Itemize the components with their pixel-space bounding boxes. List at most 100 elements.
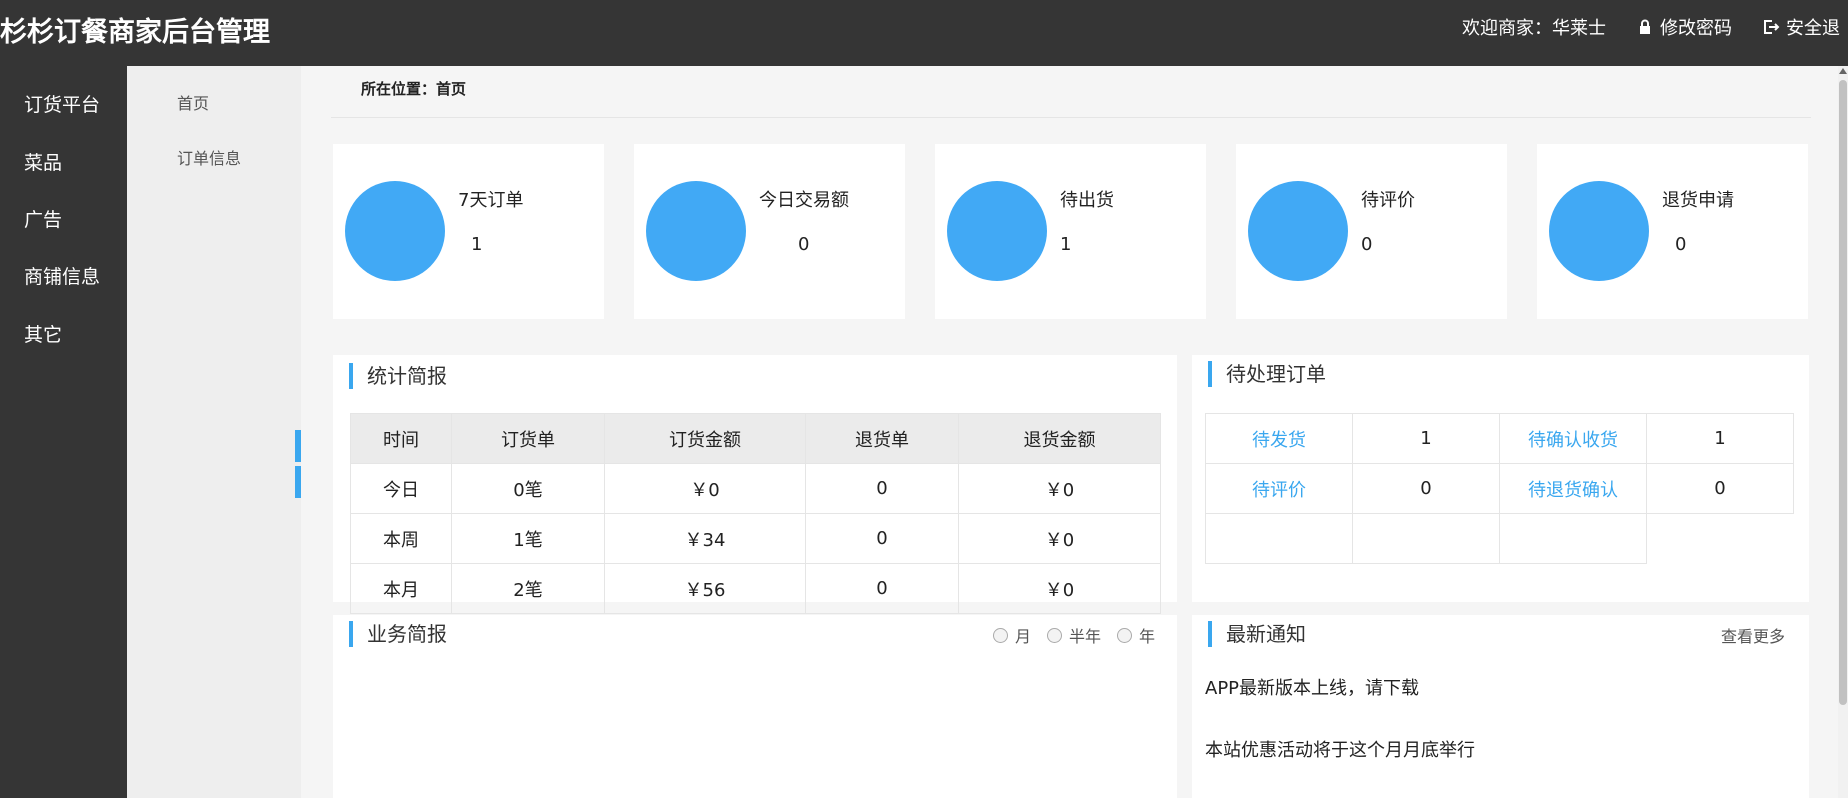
table-cell: 0笔 <box>451 463 605 514</box>
table-cell: ￥0 <box>958 463 1161 514</box>
radio-circle-icon <box>1046 627 1062 643</box>
lock-icon <box>1636 18 1654 36</box>
stat-circle <box>646 181 746 281</box>
column-header: 时间 <box>350 413 452 464</box>
stat-card-today-revenue[interactable]: 今日交易额 0 <box>634 144 905 319</box>
app-title: 杉杉订餐商家后台管理 <box>0 17 270 48</box>
pending-review-link[interactable]: 待评价 <box>1205 463 1353 514</box>
table-cell: 0 <box>1646 463 1794 514</box>
breadcrumb-divider <box>331 117 1811 118</box>
table-row: 今日 0笔 ￥0 0 ￥0 <box>350 463 1161 514</box>
logout-label: 安全退 <box>1786 18 1840 39</box>
table-cell <box>1499 513 1647 564</box>
change-password-label: 修改密码 <box>1660 18 1732 39</box>
table-row: 本月 2笔 ￥56 0 ￥0 <box>350 563 1161 614</box>
breadcrumb: 所在位置：首页 <box>361 80 467 98</box>
table-header-row: 时间 订货单 订货金额 退货单 退货金额 <box>350 413 1161 464</box>
stat-label: 待出货 <box>1060 190 1114 211</box>
subnav-item-order-info[interactable]: 订单信息 <box>177 145 241 169</box>
table-cell: ￥56 <box>604 563 806 614</box>
table-row: 待发货 1 待确认收货 1 <box>1205 413 1794 464</box>
stat-circle <box>1248 181 1348 281</box>
radio-label: 半年 <box>1068 627 1101 646</box>
table-row: 本周 1笔 ￥34 0 ￥0 <box>350 513 1161 564</box>
radio-label: 年 <box>1138 627 1155 646</box>
header-actions: 欢迎商家：华莱士 修改密码 安全退 <box>1432 14 1840 40</box>
notice-item[interactable]: APP最新版本上线，请下载 <box>1205 674 1419 700</box>
stat-card-return-requests[interactable]: 退货申请 0 <box>1537 144 1808 319</box>
column-header: 订货金额 <box>604 413 806 464</box>
notice-item[interactable]: 本站优惠活动将于这个月月底举行 <box>1205 736 1475 762</box>
pending-shipment-link[interactable]: 待发货 <box>1205 413 1353 464</box>
nav-item-shop-info[interactable]: 商铺信息 <box>24 262 100 289</box>
table-cell: 1笔 <box>451 513 605 564</box>
table-cell: 今日 <box>350 463 452 514</box>
main-content: 所在位置：首页 7天订单 1 今日交易额 0 待出货 1 待评价 0 退货申请 … <box>301 66 1848 798</box>
left-nav: 订货平台 菜品 广告 商铺信息 其它 <box>0 66 127 798</box>
table-cell: ￥0 <box>958 563 1161 614</box>
nav-item-dishes[interactable]: 菜品 <box>24 148 62 175</box>
sub-nav: 首页 订单信息 <box>127 66 301 798</box>
nav-item-ads[interactable]: 广告 <box>24 205 62 232</box>
period-radio-group: 月 半年 年 <box>977 623 1155 647</box>
nav-item-other[interactable]: 其它 <box>24 320 62 347</box>
stat-card-7day-orders[interactable]: 7天订单 1 <box>333 144 604 319</box>
radio-circle-icon <box>992 627 1008 643</box>
table-row: 待评价 0 待退货确认 0 <box>1205 463 1794 514</box>
table-cell: ￥0 <box>958 513 1161 564</box>
stat-label: 待评价 <box>1361 190 1415 211</box>
table-cell: ￥34 <box>604 513 806 564</box>
panel-title: 统计简报 <box>349 363 447 389</box>
column-header: 退货金额 <box>958 413 1161 464</box>
pending-receipt-confirm-link[interactable]: 待确认收货 <box>1499 413 1647 464</box>
nav-item-ordering-platform[interactable]: 订货平台 <box>24 90 100 117</box>
table-cell: 0 <box>805 563 959 614</box>
pending-orders-panel: 待处理订单 待发货 1 待确认收货 1 待评价 0 待退货确认 0 <box>1192 355 1809 602</box>
panel-title: 最新通知 <box>1208 621 1306 647</box>
pending-return-confirm-link[interactable]: 待退货确认 <box>1499 463 1647 514</box>
logout-icon <box>1762 18 1780 36</box>
panel-title: 业务简报 <box>349 621 447 647</box>
stat-value: 0 <box>798 234 810 255</box>
business-report-panel: 业务简报 月 半年 年 <box>333 615 1177 798</box>
table-cell <box>1352 513 1500 564</box>
radio-circle-icon <box>1116 627 1132 643</box>
subnav-item-home[interactable]: 首页 <box>177 90 209 114</box>
stat-label: 退货申请 <box>1662 190 1734 211</box>
stat-value: 0 <box>1675 234 1687 255</box>
stats-table: 时间 订货单 订货金额 退货单 退货金额 今日 0笔 ￥0 0 ￥0 本周 1笔… <box>350 413 1161 614</box>
column-header: 退货单 <box>805 413 959 464</box>
scroll-up-arrow-icon[interactable] <box>1839 68 1847 74</box>
stat-label: 7天订单 <box>458 190 524 211</box>
welcome-text: 欢迎商家：华莱士 <box>1462 18 1606 39</box>
logout-link[interactable]: 安全退 <box>1762 14 1840 40</box>
stat-value: 1 <box>1060 234 1072 255</box>
stat-circle <box>345 181 445 281</box>
table-cell: 1 <box>1646 413 1794 464</box>
table-cell: 2笔 <box>451 563 605 614</box>
scrollbar-thumb[interactable] <box>1839 80 1847 705</box>
radio-label: 月 <box>1014 627 1031 646</box>
pending-orders-table: 待发货 1 待确认收货 1 待评价 0 待退货确认 0 <box>1205 413 1794 564</box>
table-cell: 本月 <box>350 563 452 614</box>
table-row <box>1205 513 1794 564</box>
stats-report-panel: 统计简报 时间 订货单 订货金额 退货单 退货金额 今日 0笔 ￥0 0 ￥0 … <box>333 355 1177 614</box>
panel-title: 待处理订单 <box>1208 361 1326 387</box>
change-password-link[interactable]: 修改密码 <box>1636 14 1732 40</box>
view-more-link[interactable]: 查看更多 <box>1721 623 1785 647</box>
period-radio-year[interactable]: 年 <box>1116 623 1155 647</box>
table-cell: 0 <box>805 463 959 514</box>
period-radio-month[interactable]: 月 <box>992 623 1031 647</box>
stat-card-pending-review[interactable]: 待评价 0 <box>1236 144 1507 319</box>
period-radio-half-year[interactable]: 半年 <box>1046 623 1101 647</box>
stat-card-pending-shipment[interactable]: 待出货 1 <box>935 144 1206 319</box>
table-cell: 1 <box>1352 413 1500 464</box>
page-scrollbar[interactable] <box>1838 66 1848 798</box>
stat-value: 0 <box>1361 234 1373 255</box>
top-header: 杉杉订餐商家后台管理 欢迎商家：华莱士 修改密码 安全退 <box>0 0 1848 66</box>
stat-label: 今日交易额 <box>759 190 849 211</box>
table-cell: ￥0 <box>604 463 806 514</box>
notices-panel: 最新通知 查看更多 APP最新版本上线，请下载 本站优惠活动将于这个月月底举行 <box>1192 615 1809 798</box>
stat-circle <box>947 181 1047 281</box>
table-cell <box>1647 514 1794 564</box>
